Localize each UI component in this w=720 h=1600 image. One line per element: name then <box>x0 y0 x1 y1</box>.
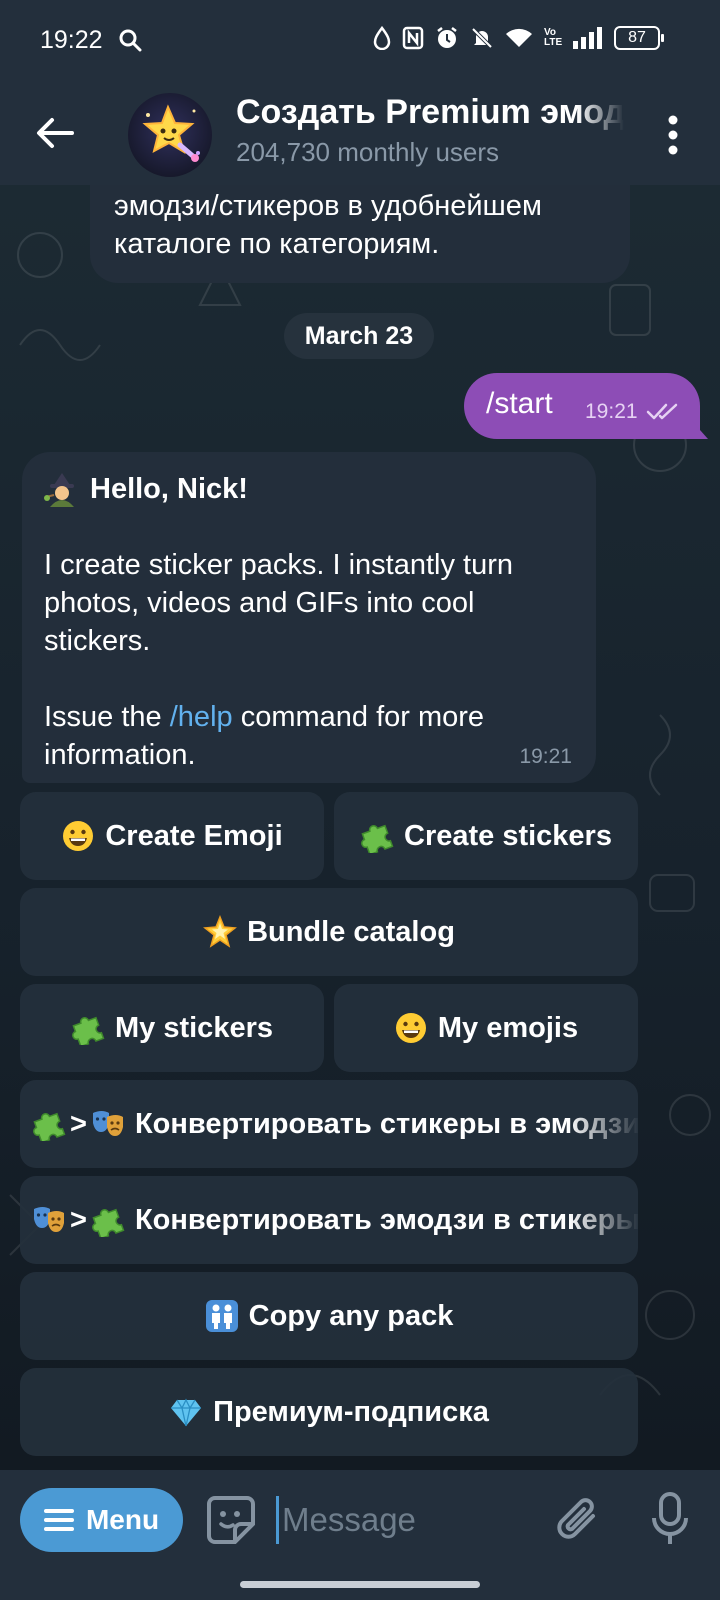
message-text: photos, videos and GIFs into cool <box>44 587 475 619</box>
chat-subtitle: 204,730 monthly users <box>236 137 500 167</box>
puzzle-piece-icon <box>361 824 394 853</box>
chat-header: Создать Premium эмодзи 204,730 monthly u… <box>0 85 720 185</box>
button-label: Конвертировать стикеры в эмодзи <box>134 1107 638 1140</box>
more-button[interactable] <box>666 113 680 157</box>
create-emoji-button[interactable]: Create Emoji <box>20 792 324 880</box>
button-label: Bundle catalog <box>247 915 455 948</box>
message-text: stickers. <box>44 625 151 657</box>
button-label: Create stickers <box>404 819 612 852</box>
people-holding-hands-icon <box>205 1300 238 1332</box>
my-emojis-button[interactable]: My emojis <box>334 984 638 1072</box>
message-text: каталоге по категориям. <box>114 228 440 260</box>
message-text: information. <box>44 739 196 771</box>
puzzle-piece-icon <box>33 1112 66 1141</box>
more-vertical-icon <box>668 115 678 155</box>
button-label: Create Emoji <box>105 819 283 852</box>
home-indicator[interactable] <box>240 1581 480 1588</box>
arrow-label: > <box>70 1107 87 1140</box>
outgoing-message[interactable]: /start 19:21 <box>464 373 700 439</box>
attach-button[interactable] <box>553 1492 603 1548</box>
voice-record-button[interactable] <box>650 1490 690 1548</box>
sticker-button[interactable] <box>205 1494 257 1546</box>
greeting-line: Hello, Nick! <box>44 470 572 508</box>
grinning-face-icon <box>395 1013 426 1043</box>
message-input[interactable] <box>282 1494 532 1546</box>
arrow-left-icon <box>37 118 74 148</box>
bundle-catalog-button[interactable]: Bundle catalog <box>20 888 638 976</box>
help-line: Issue the /help command for more <box>44 698 572 736</box>
message-time: 19:21 <box>519 745 572 768</box>
avatar[interactable] <box>128 93 212 177</box>
menu-label: Menu <box>85 1504 160 1535</box>
witch-emoji-icon <box>44 473 74 507</box>
text-cursor <box>276 1496 279 1544</box>
greeting-text: Hello, Nick! <box>90 472 248 505</box>
message-text: эмодзи/стикеров в удобнейшем <box>114 190 542 222</box>
button-label: My emojis <box>437 1011 579 1044</box>
premium-subscription-button[interactable]: Премиум-подписка <box>20 1368 638 1456</box>
nfc-icon <box>402 26 424 50</box>
star-icon <box>142 104 200 162</box>
create-stickers-button[interactable]: Create stickers <box>334 792 638 880</box>
back-button[interactable] <box>32 110 78 156</box>
double-check-icon <box>646 403 680 426</box>
status-bar: 19:22 Vo LTE 87 <box>0 0 720 85</box>
signal-icon <box>573 27 602 49</box>
menu-button[interactable]: Menu <box>20 1488 183 1552</box>
theater-masks-icon <box>92 1111 123 1136</box>
help-command-link[interactable]: /help <box>170 701 233 733</box>
message-time: 19:21 <box>585 400 638 423</box>
copy-any-pack-button[interactable]: Copy any pack <box>20 1272 638 1360</box>
alarm-icon <box>437 27 457 48</box>
date-separator: March 23 <box>284 313 434 359</box>
dnd-icon <box>471 27 493 49</box>
arrow-label: > <box>70 1203 87 1236</box>
convert-emoji-to-stickers-button[interactable]: > Конвертировать эмодзи в стикеры <box>20 1176 638 1264</box>
my-stickers-button[interactable]: My stickers <box>20 984 324 1072</box>
search-icon <box>118 28 142 57</box>
puzzle-piece-icon <box>72 1016 105 1045</box>
hamburger-icon <box>43 1509 74 1531</box>
previous-message: эмодзи/стикеров в удобнейшем каталоге по… <box>90 185 630 283</box>
button-label: Copy any pack <box>248 1299 454 1332</box>
sticker-smile-icon <box>207 1496 255 1544</box>
help-suffix: command for more <box>232 701 485 733</box>
glowing-star-icon <box>203 915 238 948</box>
drop-icon <box>373 26 391 50</box>
help-prefix: Issue the <box>44 701 170 733</box>
message-text: /start <box>486 387 553 420</box>
chat-title[interactable]: Создать Premium эмодзи <box>236 93 624 132</box>
button-label: Премиум-подписка <box>213 1395 489 1428</box>
message-text: I create sticker packs. I instantly turn <box>44 549 514 581</box>
welcome-message[interactable]: Hello, Nick! I create sticker packs. I i… <box>22 452 596 783</box>
puzzle-piece-icon <box>92 1208 125 1237</box>
paperclip-icon <box>557 1498 595 1539</box>
microphone-icon <box>652 1492 688 1544</box>
button-label: Конвертировать эмодзи в стикеры <box>134 1203 638 1236</box>
gem-icon <box>171 1398 202 1427</box>
grinning-face-icon <box>63 821 94 851</box>
volte-icon: Vo LTE <box>544 27 563 48</box>
wifi-icon <box>506 28 532 47</box>
convert-stickers-to-emoji-button[interactable]: > Конвертировать стикеры в эмодзи <box>20 1080 638 1168</box>
status-icons: Vo LTE 87 <box>373 26 664 50</box>
button-label: My stickers <box>115 1011 273 1044</box>
battery-icon: 87 <box>614 26 664 50</box>
theater-masks-icon <box>34 1207 64 1232</box>
status-time: 19:22 <box>40 26 103 54</box>
